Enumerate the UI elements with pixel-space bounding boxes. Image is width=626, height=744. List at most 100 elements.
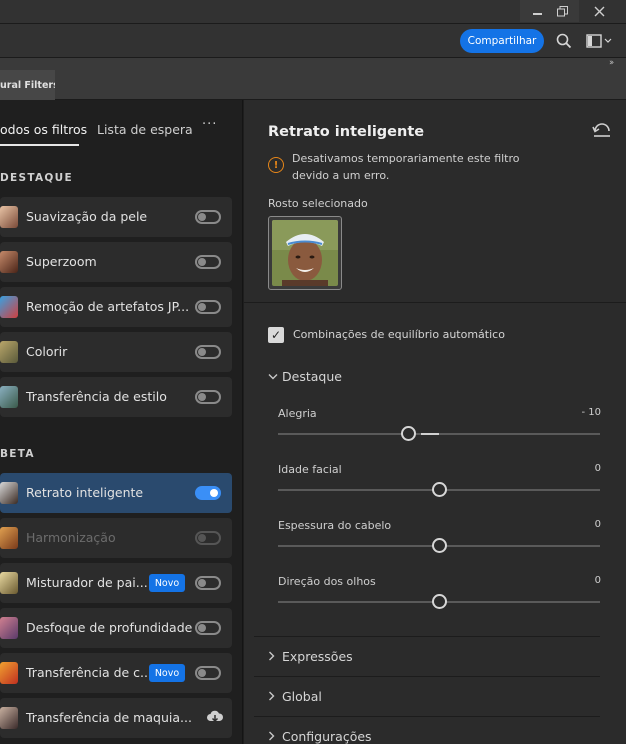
filter-toggle[interactable]	[195, 531, 221, 545]
close-icon	[594, 6, 604, 16]
slider-label-joy: Alegria	[278, 407, 317, 420]
filter-toggle[interactable]	[195, 255, 221, 269]
chevron-down-icon	[268, 371, 282, 384]
filter-item-label: Transferência de estilo	[26, 389, 167, 404]
slider-label-eye-direction: Direção dos olhos	[278, 575, 376, 588]
filter-toggle[interactable]	[195, 486, 221, 500]
filter-toggle[interactable]	[195, 210, 221, 224]
slider-handle[interactable]	[432, 594, 447, 609]
filter-item-landscape-mixer[interactable]: Misturador de pai... Novo	[0, 563, 232, 603]
auto-balance-checkbox[interactable]: ✓	[268, 327, 284, 343]
filter-title: Retrato inteligente	[268, 124, 425, 140]
filter-toggle[interactable]	[195, 300, 221, 314]
filter-thumbnail	[0, 206, 18, 228]
active-tab-underline	[0, 144, 79, 146]
tab-neural-filters[interactable]: ural Filters	[0, 70, 55, 100]
filter-thumbnail	[0, 251, 18, 273]
filter-item-jpeg-artifacts[interactable]: Remoção de artefatos JP...	[0, 287, 232, 327]
filter-item-superzoom[interactable]: Superzoom	[0, 242, 232, 282]
filter-item-color-transfer[interactable]: Transferência de c... Novo	[0, 653, 232, 693]
filter-item-label: Transferência de maquia...	[26, 710, 192, 725]
search-icon[interactable]	[556, 33, 572, 52]
filter-item-makeup-transfer[interactable]: Transferência de maquia...	[0, 698, 232, 738]
filter-item-label: Remoção de artefatos JP...	[26, 299, 190, 314]
filter-item-label: Transferência de c...	[26, 665, 152, 680]
slider-value-facial-age: 0	[594, 463, 601, 474]
new-badge: Novo	[149, 664, 185, 682]
filter-toggle[interactable]	[195, 390, 221, 404]
filter-thumbnail	[0, 617, 18, 639]
filter-item-smart-portrait[interactable]: Retrato inteligente	[0, 473, 232, 513]
filter-toggle[interactable]	[195, 576, 221, 590]
restore-button[interactable]	[545, 0, 579, 22]
slider-handle[interactable]	[432, 482, 447, 497]
chevron-right-icon	[268, 731, 282, 744]
more-options-icon[interactable]: ···	[202, 117, 217, 132]
filter-toggle[interactable]	[195, 345, 221, 359]
tab-all-filters[interactable]: odos os filtros	[0, 122, 87, 137]
section-divider	[254, 636, 600, 637]
filter-item-label: Retrato inteligente	[26, 485, 144, 500]
filter-item-harmonization[interactable]: Harmonização	[0, 518, 232, 558]
double-chevron-right-icon[interactable]: ››	[609, 58, 614, 68]
filter-thumbnail	[0, 662, 18, 684]
slider-label-facial-age: Idade facial	[278, 463, 342, 476]
filter-item-label: Suavização da pele	[26, 209, 148, 224]
title-bar	[0, 0, 626, 24]
filter-settings-panel: Retrato inteligente ! Desativamos tempor…	[244, 100, 626, 744]
section-global-header[interactable]: Global	[268, 689, 322, 704]
panel-tab-strip: ›› ural Filters	[0, 58, 626, 100]
cloud-download-icon[interactable]	[206, 710, 224, 727]
filter-item-label: Colorir	[26, 344, 68, 359]
filter-item-skin-smoothing[interactable]: Suavização da pele	[0, 197, 232, 237]
reset-icon[interactable]	[592, 122, 612, 141]
selected-face-thumbnail[interactable]	[268, 216, 342, 290]
filter-item-label: Misturador de pai...	[26, 575, 148, 590]
slider-track-joy[interactable]	[278, 426, 600, 441]
filter-item-style-transfer[interactable]: Transferência de estilo	[0, 377, 232, 417]
section-beta-title: BETA	[0, 448, 35, 460]
section-expressions-label: Expressões	[282, 649, 353, 664]
workspace-icon[interactable]	[586, 33, 612, 52]
face-image	[272, 220, 338, 286]
filter-toggle[interactable]	[195, 666, 221, 680]
filter-item-colorize[interactable]: Colorir	[0, 332, 232, 372]
slider-value-eye-direction: 0	[594, 575, 601, 586]
slider-handle[interactable]	[401, 426, 416, 441]
filter-item-label: Superzoom	[26, 254, 97, 269]
auto-balance-label: Combinações de equilíbrio automático	[293, 328, 505, 341]
section-divider	[254, 676, 600, 677]
section-global-label: Global	[282, 689, 322, 704]
section-featured-label: Destaque	[282, 369, 342, 384]
tab-waitlist[interactable]: Lista de espera	[97, 122, 193, 137]
new-badge: Novo	[149, 574, 185, 592]
filter-thumbnail	[0, 527, 18, 549]
filter-thumbnail	[0, 707, 18, 729]
slider-track-hair-thickness[interactable]	[278, 538, 600, 553]
chevron-right-icon	[268, 651, 282, 664]
slider-track-eye-direction[interactable]	[278, 594, 600, 609]
section-expressions-header[interactable]: Expressões	[268, 649, 353, 664]
filter-item-depth-blur[interactable]: Desfoque de profundidade	[0, 608, 232, 648]
filter-item-label: Desfoque de profundidade	[26, 620, 193, 635]
slider-value-joy: - 10	[581, 407, 601, 418]
minimize-icon	[532, 13, 542, 15]
close-button[interactable]	[578, 0, 620, 22]
slider-fill	[421, 433, 439, 435]
chevron-right-icon	[268, 691, 282, 704]
section-settings-header[interactable]: Configurações	[268, 729, 372, 744]
slider-value-hair-thickness: 0	[594, 519, 601, 530]
filter-thumbnail	[0, 482, 18, 504]
warning-message: Desativamos temporariamente este filtro …	[292, 152, 520, 182]
share-button[interactable]: Compartilhar	[460, 29, 544, 53]
section-divider	[244, 302, 626, 303]
filter-thumbnail	[0, 341, 18, 363]
section-settings-label: Configurações	[282, 729, 372, 744]
slider-track-facial-age[interactable]	[278, 482, 600, 497]
slider-handle[interactable]	[432, 538, 447, 553]
section-featured-header[interactable]: Destaque	[268, 369, 342, 384]
filter-item-label: Harmonização	[26, 530, 116, 545]
filter-toggle[interactable]	[195, 621, 221, 635]
filter-thumbnail	[0, 296, 18, 318]
warning-icon: !	[268, 157, 284, 173]
